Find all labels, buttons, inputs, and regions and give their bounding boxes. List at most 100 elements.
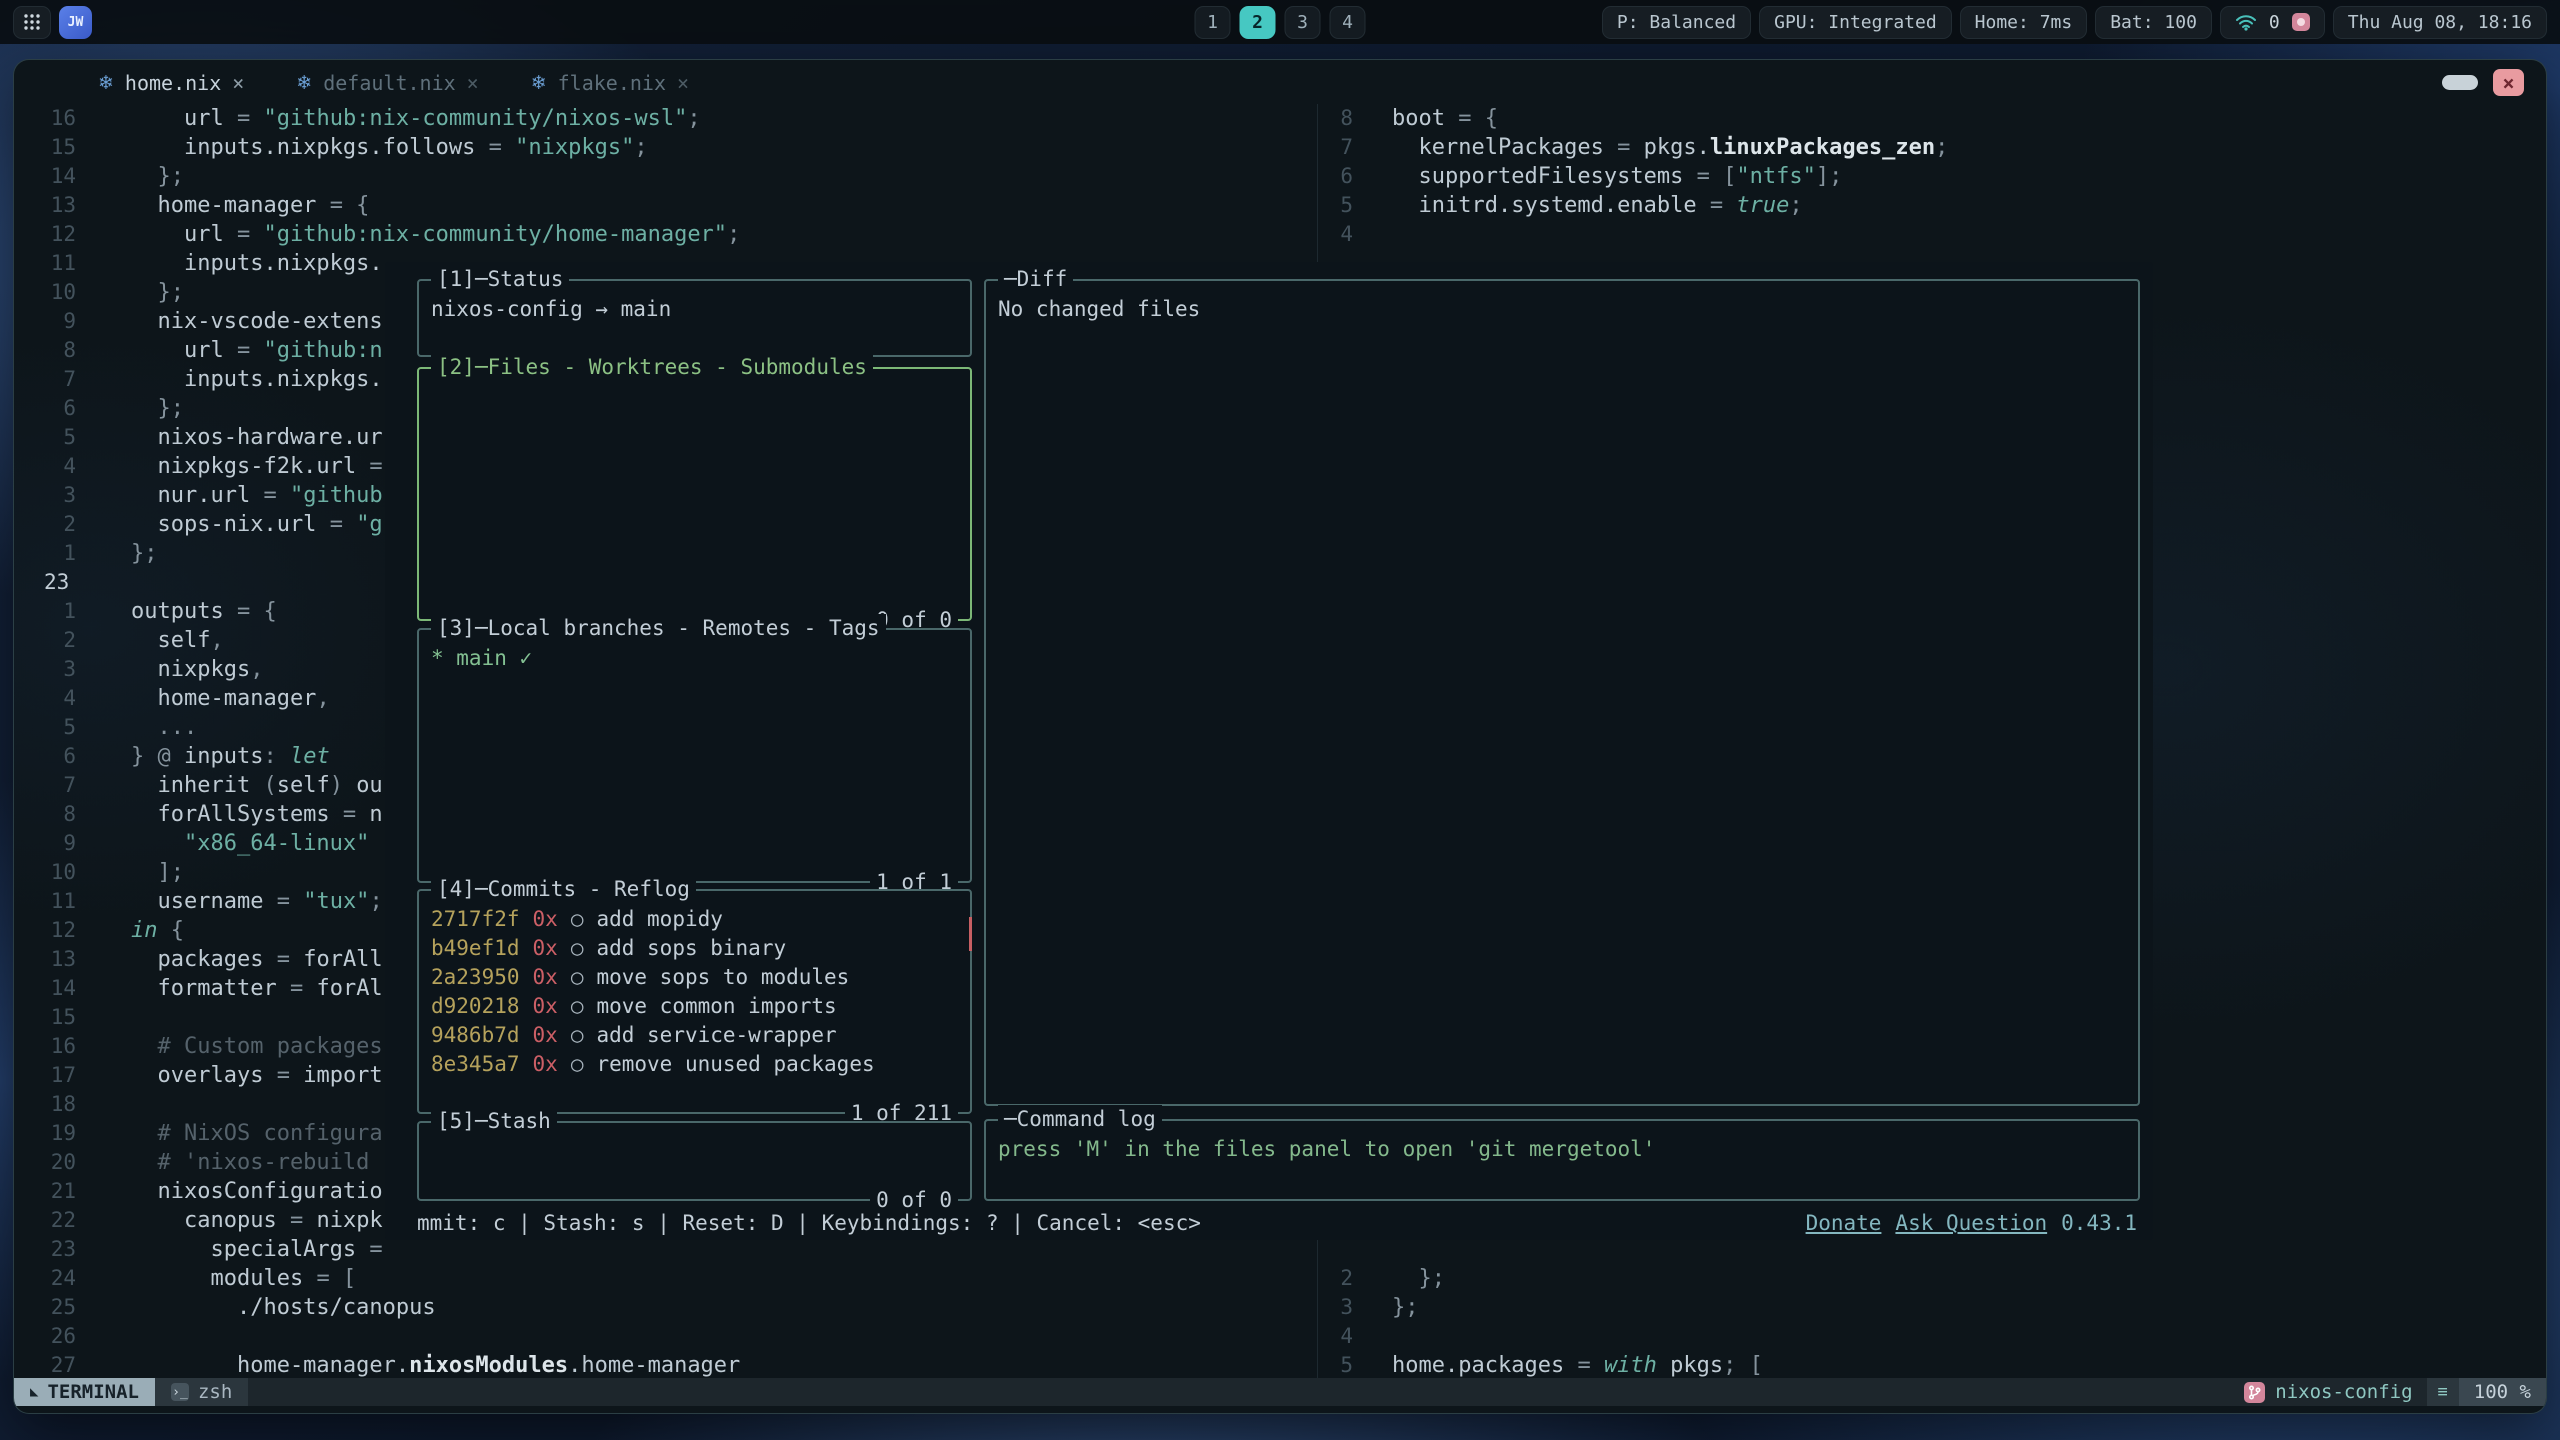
commit-graph-icon: ○ [571, 936, 584, 960]
code-text: ./hosts/canopus [131, 1293, 436, 1322]
line-number: 5 [1324, 1351, 1353, 1380]
workspace-button-2[interactable]: 2 [1240, 6, 1276, 39]
ask-question-link[interactable]: Ask Question [1895, 1209, 2047, 1238]
code-token: url [131, 338, 237, 363]
code-token: "github:n [263, 338, 382, 363]
commit-graph-icon: ○ [571, 907, 584, 931]
lazygit-diff-panel[interactable]: ─Diff No changed files [984, 279, 2140, 1106]
commit-author: 0x [533, 907, 558, 931]
code-text: "x86_64-linux" [131, 829, 369, 858]
code-token: supportedFilesystems [1392, 164, 1697, 189]
code-token: pkgs [1657, 1353, 1723, 1378]
code-token: home-manager [131, 686, 316, 711]
code-token: = [263, 483, 290, 508]
commit-row[interactable]: 2717f2f0x○add mopidy [431, 905, 958, 934]
commit-row[interactable]: b49ef1d0x○add sops binary [431, 934, 958, 963]
code-token: }; [1392, 1266, 1445, 1291]
lazygit-status-panel[interactable]: [1]─Status nixos-config → main [417, 279, 972, 357]
code-token: }; [131, 396, 184, 421]
workspace-button-4[interactable]: 4 [1330, 6, 1366, 39]
repo-name: nixos-config [2275, 1381, 2412, 1403]
line-number: 7 [44, 771, 76, 800]
code-token: # NixOS configura [131, 1121, 383, 1146]
line-number: 8 [44, 336, 76, 365]
donate-link[interactable]: Donate [1806, 1209, 1882, 1238]
keybar-links: Donate Ask Question 0.43.1 [1806, 1209, 2137, 1238]
code-line: 12 url = "github:nix-community/home-mana… [44, 220, 1314, 249]
code-token [131, 831, 184, 856]
line-number: 6 [44, 742, 76, 771]
code-token: }; [131, 164, 184, 189]
code-text: url = "github:nix-community/home-manager… [131, 220, 740, 249]
code-token: nixosModules [409, 1353, 568, 1378]
branch-row[interactable]: * main ✓ [431, 644, 958, 673]
code-token: "tux" [303, 889, 369, 914]
editor-right-pane[interactable]: 8boot = {7 kernelPackages = pkgs.linuxPa… [1324, 104, 2524, 249]
commit-row[interactable]: d9202180x○move common imports [431, 992, 958, 1021]
code-text: }; [131, 278, 184, 307]
commit-row[interactable]: 8e345a70x○remove unused packages [431, 1050, 958, 1079]
line-number: 23 [44, 568, 76, 597]
code-token: ./hosts/canopus [131, 1295, 436, 1320]
lazygit-command-log-panel[interactable]: ─Command log press 'M' in the files pane… [984, 1119, 2140, 1201]
code-token: = [ [1697, 164, 1737, 189]
code-line: 25 ./hosts/canopus [44, 1293, 1314, 1322]
line-number: 4 [44, 452, 76, 481]
code-token: "x86_64-linux" [184, 831, 369, 856]
commits-scrollbar[interactable] [969, 917, 972, 951]
code-token: }; [131, 280, 184, 305]
lazygit-commits-panel[interactable]: [4]─Commits - Reflog 2717f2f0x○add mopid… [417, 889, 972, 1114]
code-token: nixpkgs-f2k.url [131, 454, 369, 479]
commit-row[interactable]: 9486b7d0x○add service-wrapper [431, 1021, 958, 1050]
code-text: specialArgs = [131, 1235, 383, 1264]
commit-message: add service-wrapper [596, 1023, 836, 1047]
code-token: = { [237, 599, 277, 624]
code-text: inputs.nixpkgs. [131, 249, 383, 278]
code-text: sops-nix.url = "g [131, 510, 383, 539]
system-tray[interactable]: 0 [2220, 6, 2325, 39]
terminal-icon: ›_ [171, 1383, 189, 1401]
code-token: } [131, 744, 158, 769]
line-number: 14 [44, 162, 76, 191]
code-text: nixpkgs, [131, 655, 263, 684]
lazygit-files-panel[interactable]: [2]─Files - Worktrees - Submodules 0 of … [417, 367, 972, 621]
stash-panel-title: [5]─Stash [431, 1107, 557, 1136]
line-number: 12 [44, 916, 76, 945]
code-token: overlays [131, 1063, 277, 1088]
code-token: self [277, 773, 330, 798]
tab-home.nix[interactable]: ❄home.nix× [72, 60, 270, 105]
app-launcher-button[interactable] [13, 6, 51, 39]
tab-default.nix[interactable]: ❄default.nix× [270, 60, 504, 105]
lazygit-branches-panel[interactable]: [3]─Local branches - Remotes - Tags * ma… [417, 628, 972, 883]
nix-snowflake-icon: ❄ [98, 72, 114, 94]
line-number: 3 [1324, 1293, 1353, 1322]
editor-right-pane-bottom[interactable]: 2 };3};45home.packages = with pkgs; [ [1324, 1264, 2524, 1380]
code-line: 6 supportedFilesystems = ["ntfs"]; [1324, 162, 2524, 191]
lazygit-stash-panel[interactable]: [5]─Stash 0 of 0 [417, 1121, 972, 1201]
code-token: = [369, 1237, 382, 1262]
code-token: home-manager [131, 193, 330, 218]
workspace-button-1[interactable]: 1 [1195, 6, 1231, 39]
code-token: @ [158, 744, 185, 769]
code-token: import [303, 1063, 382, 1088]
commits-panel-title: [4]─Commits - Reflog [431, 875, 696, 904]
tab-close-icon[interactable]: × [467, 71, 479, 95]
window-close-button[interactable]: × [2493, 69, 2524, 96]
commit-hash: 2717f2f [431, 907, 520, 931]
line-number: 2 [44, 510, 76, 539]
line-number: 9 [44, 829, 76, 858]
window-pill-button[interactable] [2442, 75, 2478, 90]
code-text: }; [131, 394, 184, 423]
line-number: 13 [44, 191, 76, 220]
terminal-window: ❄home.nix×❄default.nix×❄flake.nix× × 16 … [13, 59, 2547, 1414]
commit-message: move common imports [596, 994, 836, 1018]
tab-flake.nix[interactable]: ❄flake.nix× [505, 60, 715, 105]
blue-app-icon[interactable]: JW [59, 6, 92, 39]
tab-close-icon[interactable]: × [677, 71, 689, 95]
code-text: modules = [ [131, 1264, 356, 1293]
tab-close-icon[interactable]: × [232, 71, 244, 95]
workspace-button-3[interactable]: 3 [1285, 6, 1321, 39]
code-token: ; [727, 222, 740, 247]
code-token: = [1577, 1353, 1604, 1378]
commit-row[interactable]: 2a239500x○move sops to modules [431, 963, 958, 992]
